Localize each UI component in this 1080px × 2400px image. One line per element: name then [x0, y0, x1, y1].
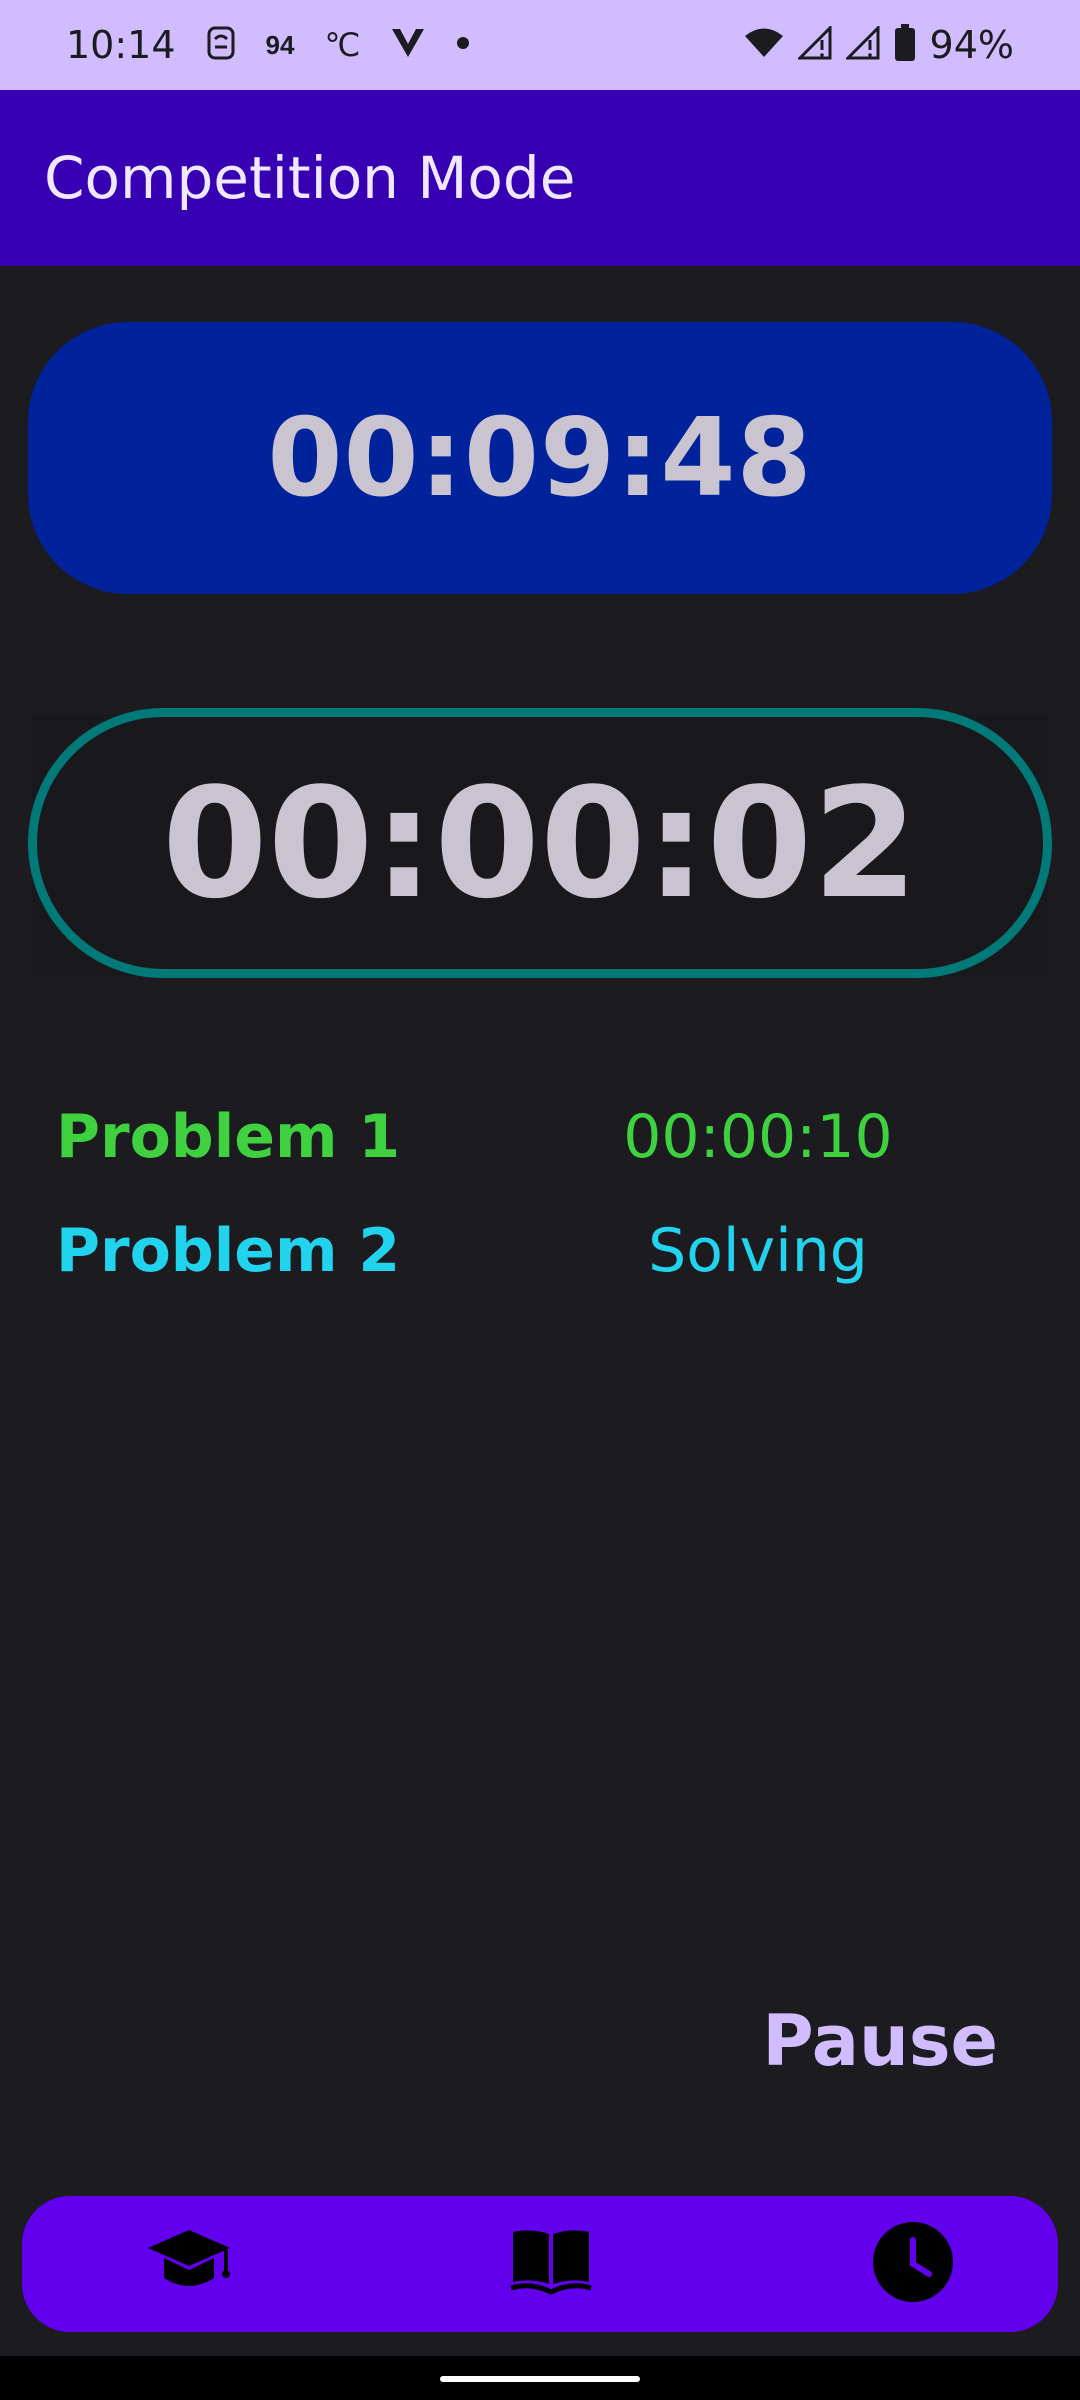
list-item: Problem 1 00:00:10: [56, 1092, 1056, 1182]
page-title: Competition Mode: [44, 144, 576, 212]
bottom-nav: [22, 2196, 1058, 2332]
battery-icon: [894, 23, 916, 67]
app-bar: Competition Mode: [0, 90, 1080, 266]
problem-status: Solving: [648, 1216, 868, 1286]
signal-icon: [795, 23, 832, 65]
dot-icon: [456, 36, 470, 55]
graduation-cap-icon: [146, 2226, 232, 2303]
total-timer: 00:09:48: [28, 322, 1052, 594]
battery-percentage: 94%: [929, 23, 1014, 67]
problem-name: Problem 1: [56, 1102, 401, 1172]
nav-item-timer[interactable]: [868, 2219, 958, 2309]
nav-item-learn[interactable]: [144, 2219, 234, 2309]
pause-button[interactable]: Pause: [762, 1996, 998, 2086]
nav-item-problems[interactable]: [506, 2219, 596, 2309]
sim-icon: [206, 25, 236, 66]
gesture-handle[interactable]: [440, 2376, 640, 2382]
status-time: 10:14: [66, 23, 176, 67]
competition-screen: 10:14 94 ℃ 94% Competition Mode 00:09:48…: [0, 0, 1080, 2400]
temperature-unit: ℃: [324, 27, 361, 63]
status-bar: 10:14 94 ℃ 94%: [0, 0, 1080, 90]
total-timer-value: 00:09:48: [267, 395, 813, 521]
vpn-icon: [390, 27, 426, 64]
list-item: Problem 2 Solving: [56, 1206, 1056, 1296]
open-book-icon: [509, 2226, 593, 2303]
clock-icon: [871, 2220, 955, 2309]
status-left: 10:14 94 ℃: [66, 23, 744, 67]
problem-name: Problem 2: [56, 1216, 401, 1286]
problem-timer[interactable]: 00:00:02: [28, 708, 1052, 978]
signal-icon: [843, 23, 880, 65]
temperature-value: 94: [265, 29, 295, 60]
problem-status: 00:00:10: [623, 1102, 893, 1172]
status-right: 94%: [744, 23, 1014, 67]
wifi-icon: [744, 27, 784, 64]
problem-timer-value: 00:00:02: [161, 754, 919, 932]
